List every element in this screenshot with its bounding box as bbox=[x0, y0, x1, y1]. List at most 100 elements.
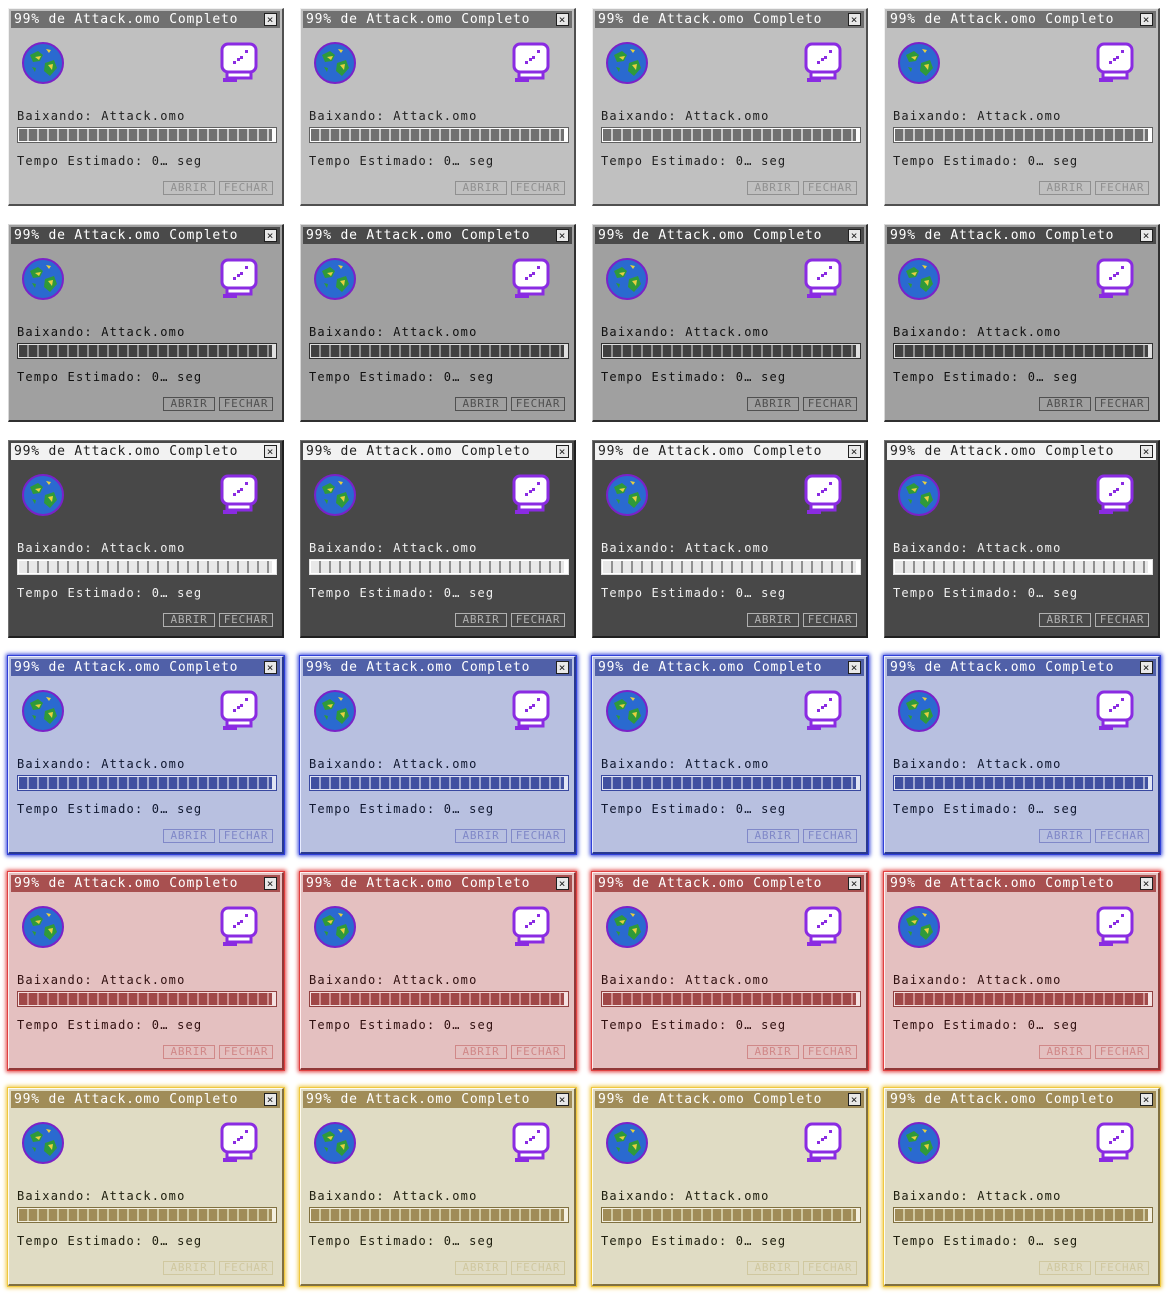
close-icon[interactable]: × bbox=[264, 229, 277, 242]
title-bar[interactable]: 99% de Attack.omo Completo × bbox=[11, 659, 280, 676]
close-icon[interactable]: × bbox=[848, 1093, 861, 1106]
close-button[interactable]: FECHAR bbox=[1095, 397, 1149, 411]
close-icon[interactable]: × bbox=[556, 229, 569, 242]
open-button[interactable]: ABRIR bbox=[747, 181, 799, 195]
close-icon[interactable]: × bbox=[848, 877, 861, 890]
close-button[interactable]: FECHAR bbox=[511, 1261, 565, 1275]
close-icon[interactable]: × bbox=[264, 13, 277, 26]
close-icon[interactable]: × bbox=[556, 445, 569, 458]
close-icon[interactable]: × bbox=[848, 13, 861, 26]
title-bar[interactable]: 99% de Attack.omo Completo × bbox=[887, 11, 1156, 28]
close-icon[interactable]: × bbox=[848, 445, 861, 458]
title-bar[interactable]: 99% de Attack.omo Completo × bbox=[303, 875, 572, 892]
open-button[interactable]: ABRIR bbox=[747, 829, 799, 843]
title-bar[interactable]: 99% de Attack.omo Completo × bbox=[303, 227, 572, 244]
title-bar[interactable]: 99% de Attack.omo Completo × bbox=[595, 659, 864, 676]
close-icon[interactable]: × bbox=[264, 1093, 277, 1106]
download-dialog: 99% de Attack.omo Completo × Baixando: A… bbox=[592, 224, 868, 422]
eta-label: Tempo Estimado: 0… seg bbox=[309, 154, 495, 168]
title-bar[interactable]: 99% de Attack.omo Completo × bbox=[595, 227, 864, 244]
close-button[interactable]: FECHAR bbox=[219, 397, 273, 411]
close-button[interactable]: FECHAR bbox=[219, 1045, 273, 1059]
open-button[interactable]: ABRIR bbox=[747, 397, 799, 411]
close-icon[interactable]: × bbox=[264, 877, 277, 890]
close-icon[interactable]: × bbox=[848, 229, 861, 242]
title-bar[interactable]: 99% de Attack.omo Completo × bbox=[11, 443, 280, 460]
close-button[interactable]: FECHAR bbox=[803, 1045, 857, 1059]
title-bar[interactable]: 99% de Attack.omo Completo × bbox=[595, 1091, 864, 1108]
open-button[interactable]: ABRIR bbox=[455, 613, 507, 627]
open-button[interactable]: ABRIR bbox=[747, 613, 799, 627]
close-icon[interactable]: × bbox=[1140, 229, 1153, 242]
title-bar[interactable]: 99% de Attack.omo Completo × bbox=[887, 875, 1156, 892]
title-bar[interactable]: 99% de Attack.omo Completo × bbox=[595, 11, 864, 28]
open-button[interactable]: ABRIR bbox=[1039, 613, 1091, 627]
close-button[interactable]: FECHAR bbox=[803, 181, 857, 195]
open-button[interactable]: ABRIR bbox=[163, 1045, 215, 1059]
open-button[interactable]: ABRIR bbox=[163, 397, 215, 411]
window-title: 99% de Attack.omo Completo bbox=[14, 444, 239, 459]
globe-icon bbox=[897, 1121, 941, 1165]
open-button[interactable]: ABRIR bbox=[1039, 397, 1091, 411]
close-button[interactable]: FECHAR bbox=[1095, 1045, 1149, 1059]
close-icon[interactable]: × bbox=[264, 445, 277, 458]
close-icon[interactable]: × bbox=[556, 661, 569, 674]
title-bar[interactable]: 99% de Attack.omo Completo × bbox=[303, 443, 572, 460]
open-button[interactable]: ABRIR bbox=[1039, 829, 1091, 843]
close-button[interactable]: FECHAR bbox=[511, 829, 565, 843]
close-icon[interactable]: × bbox=[1140, 445, 1153, 458]
close-icon[interactable]: × bbox=[1140, 13, 1153, 26]
close-button[interactable]: FECHAR bbox=[1095, 1261, 1149, 1275]
title-bar[interactable]: 99% de Attack.omo Completo × bbox=[303, 1091, 572, 1108]
title-bar[interactable]: 99% de Attack.omo Completo × bbox=[595, 875, 864, 892]
close-button[interactable]: FECHAR bbox=[803, 397, 857, 411]
open-button[interactable]: ABRIR bbox=[455, 829, 507, 843]
close-button[interactable]: FECHAR bbox=[219, 1261, 273, 1275]
close-button[interactable]: FECHAR bbox=[803, 613, 857, 627]
close-icon[interactable]: × bbox=[556, 1093, 569, 1106]
title-bar[interactable]: 99% de Attack.omo Completo × bbox=[303, 11, 572, 28]
close-button[interactable]: FECHAR bbox=[511, 397, 565, 411]
open-button[interactable]: ABRIR bbox=[163, 829, 215, 843]
close-button[interactable]: FECHAR bbox=[803, 829, 857, 843]
close-button[interactable]: FECHAR bbox=[219, 613, 273, 627]
close-icon[interactable]: × bbox=[264, 661, 277, 674]
open-button[interactable]: ABRIR bbox=[1039, 1261, 1091, 1275]
close-button[interactable]: FECHAR bbox=[511, 613, 565, 627]
close-icon[interactable]: × bbox=[1140, 877, 1153, 890]
close-button[interactable]: FECHAR bbox=[219, 829, 273, 843]
title-bar[interactable]: 99% de Attack.omo Completo × bbox=[11, 875, 280, 892]
close-button[interactable]: FECHAR bbox=[803, 1261, 857, 1275]
title-bar[interactable]: 99% de Attack.omo Completo × bbox=[303, 659, 572, 676]
close-icon[interactable]: × bbox=[1140, 1093, 1153, 1106]
close-icon[interactable]: × bbox=[556, 877, 569, 890]
close-icon[interactable]: × bbox=[848, 661, 861, 674]
title-bar[interactable]: 99% de Attack.omo Completo × bbox=[11, 11, 280, 28]
title-bar[interactable]: 99% de Attack.omo Completo × bbox=[595, 443, 864, 460]
close-button[interactable]: FECHAR bbox=[511, 1045, 565, 1059]
open-button[interactable]: ABRIR bbox=[1039, 181, 1091, 195]
open-button[interactable]: ABRIR bbox=[1039, 1045, 1091, 1059]
close-button[interactable]: FECHAR bbox=[219, 181, 273, 195]
open-button[interactable]: ABRIR bbox=[747, 1261, 799, 1275]
title-bar[interactable]: 99% de Attack.omo Completo × bbox=[887, 659, 1156, 676]
open-button[interactable]: ABRIR bbox=[163, 181, 215, 195]
open-button[interactable]: ABRIR bbox=[455, 1261, 507, 1275]
close-icon[interactable]: × bbox=[1140, 661, 1153, 674]
title-bar[interactable]: 99% de Attack.omo Completo × bbox=[887, 443, 1156, 460]
close-icon[interactable]: × bbox=[556, 13, 569, 26]
close-button[interactable]: FECHAR bbox=[1095, 613, 1149, 627]
close-button[interactable]: FECHAR bbox=[1095, 181, 1149, 195]
open-button[interactable]: ABRIR bbox=[455, 181, 507, 195]
open-button[interactable]: ABRIR bbox=[747, 1045, 799, 1059]
title-bar[interactable]: 99% de Attack.omo Completo × bbox=[11, 227, 280, 244]
title-bar[interactable]: 99% de Attack.omo Completo × bbox=[11, 1091, 280, 1108]
open-button[interactable]: ABRIR bbox=[455, 1045, 507, 1059]
close-button[interactable]: FECHAR bbox=[1095, 829, 1149, 843]
open-button[interactable]: ABRIR bbox=[163, 613, 215, 627]
title-bar[interactable]: 99% de Attack.omo Completo × bbox=[887, 1091, 1156, 1108]
open-button[interactable]: ABRIR bbox=[455, 397, 507, 411]
open-button[interactable]: ABRIR bbox=[163, 1261, 215, 1275]
title-bar[interactable]: 99% de Attack.omo Completo × bbox=[887, 227, 1156, 244]
close-button[interactable]: FECHAR bbox=[511, 181, 565, 195]
